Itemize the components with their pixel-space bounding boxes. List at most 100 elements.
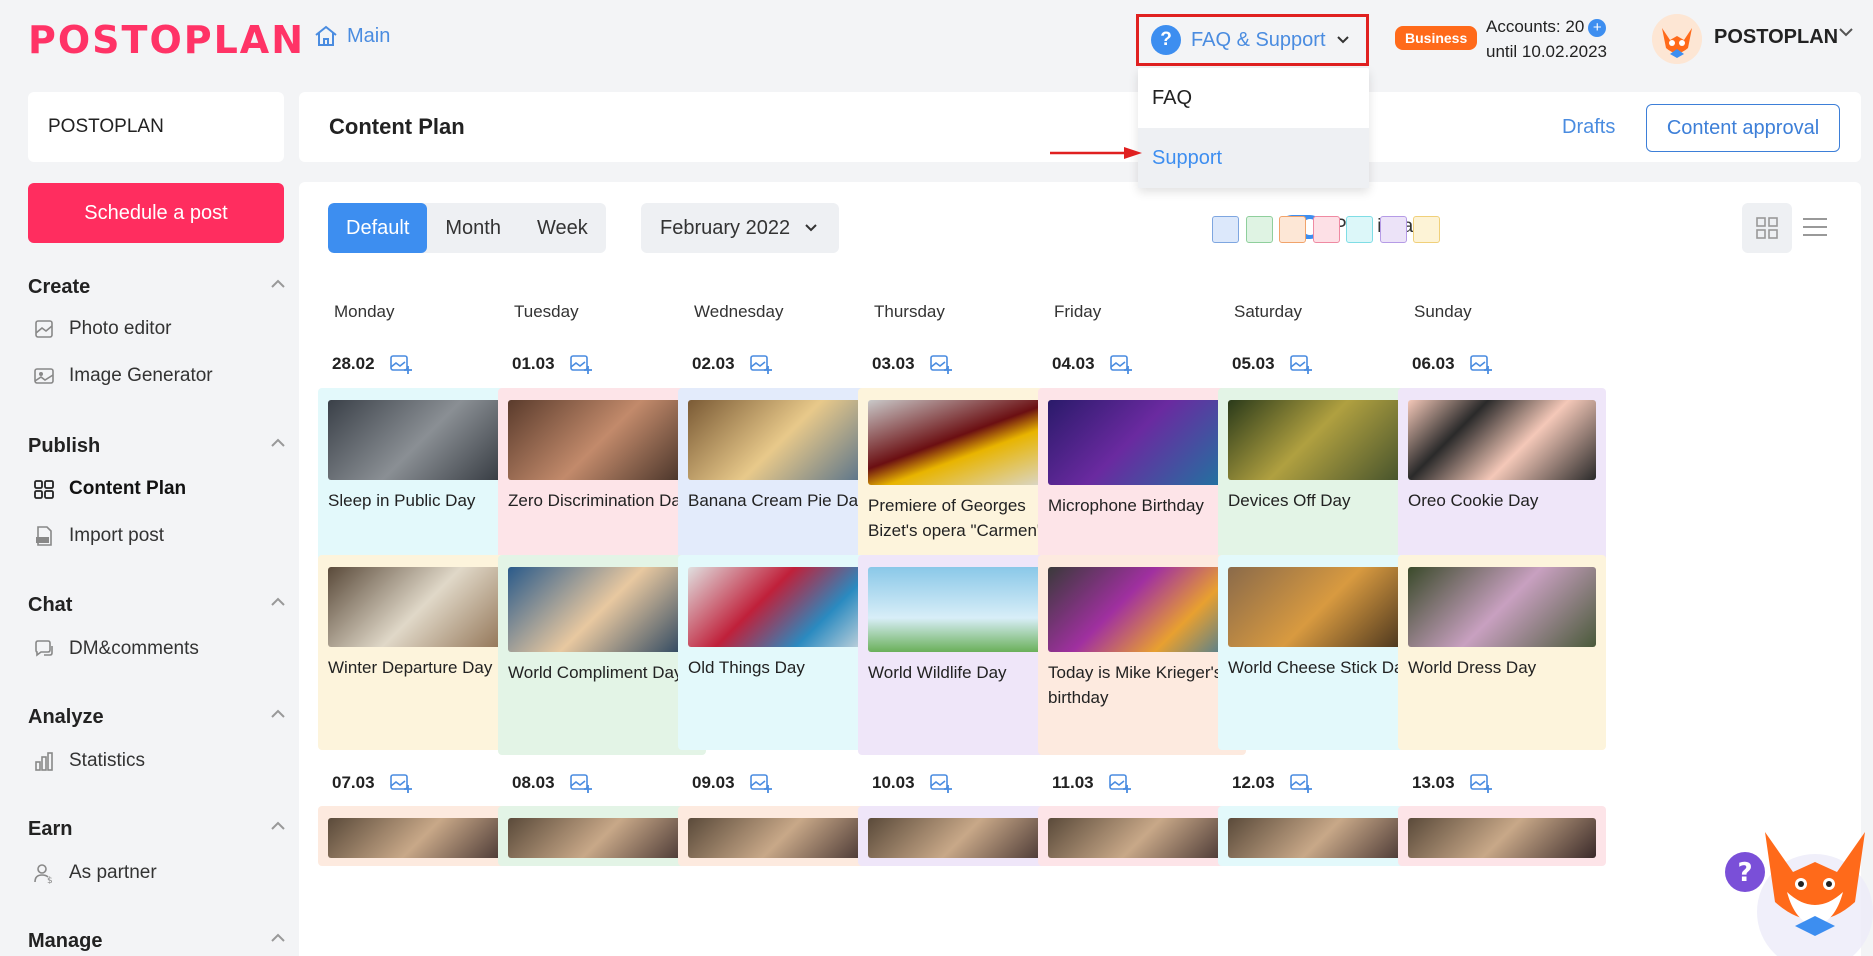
- post-idea-card[interactable]: [1038, 806, 1246, 866]
- chevron-down-icon[interactable]: [1838, 26, 1854, 38]
- view-default-button[interactable]: Default: [328, 203, 428, 253]
- post-idea-card[interactable]: [1398, 806, 1606, 866]
- faq-support-dropdown: FAQ Support: [1138, 68, 1369, 188]
- post-idea-caption: Zero Discrimination Day: [508, 491, 690, 510]
- post-idea-card[interactable]: [858, 806, 1066, 866]
- date-text: 04.03: [1052, 354, 1095, 373]
- fox-mascot-icon: ?: [1725, 832, 1873, 956]
- csv-file-icon: [36, 526, 52, 546]
- menu-item-support[interactable]: Support: [1138, 128, 1369, 188]
- add-image-post-icon[interactable]: [749, 352, 773, 376]
- accounts-info: Accounts: 20 + until 10.02.2023: [1486, 14, 1607, 64]
- post-idea-card[interactable]: World Compliment Day: [498, 555, 706, 755]
- post-idea-image: [508, 818, 696, 858]
- add-image-post-icon[interactable]: [569, 771, 593, 795]
- post-idea-card[interactable]: Today is Mike Krieger's birthday: [1038, 555, 1246, 755]
- post-idea-card[interactable]: World Cheese Stick Day: [1218, 555, 1426, 750]
- post-idea-card[interactable]: World Wildlife Day: [858, 555, 1066, 755]
- post-idea-card[interactable]: Devices Off Day: [1218, 388, 1426, 583]
- post-idea-caption: World Cheese Stick Day: [1228, 658, 1412, 677]
- grid-view-button[interactable]: [1742, 203, 1792, 253]
- add-image-post-icon[interactable]: [389, 771, 413, 795]
- faq-support-label: FAQ & Support: [1191, 28, 1326, 51]
- post-idea-card[interactable]: [498, 806, 706, 866]
- add-image-post-icon[interactable]: [929, 352, 953, 376]
- sidebar-item-import-post[interactable]: Import post: [33, 525, 164, 547]
- post-idea-card[interactable]: [1218, 806, 1426, 866]
- add-image-post-icon[interactable]: [1469, 771, 1493, 795]
- add-image-post-icon[interactable]: [1108, 771, 1132, 795]
- add-image-post-icon[interactable]: [749, 771, 773, 795]
- color-swatch[interactable]: [1212, 216, 1239, 243]
- post-idea-card[interactable]: World Dress Day: [1398, 555, 1606, 750]
- add-image-post-icon[interactable]: [569, 352, 593, 376]
- post-idea-card[interactable]: Winter Departure Day: [318, 555, 526, 750]
- sidebar-item-image-generator[interactable]: Image Generator: [33, 365, 213, 387]
- date-label: 02.03: [692, 352, 773, 376]
- help-mascot[interactable]: ?: [1725, 822, 1873, 956]
- color-swatch[interactable]: [1245, 216, 1273, 243]
- add-image-post-icon[interactable]: [1289, 771, 1313, 795]
- color-swatch[interactable]: [1413, 216, 1440, 243]
- section-publish[interactable]: Publish: [28, 435, 286, 458]
- sidebar-item-photo-editor[interactable]: Photo editor: [33, 318, 171, 340]
- plan-badge: Business: [1395, 26, 1478, 50]
- workspace-selector[interactable]: POSTOPLAN: [28, 92, 284, 162]
- post-idea-card[interactable]: Oreo Cookie Day: [1398, 388, 1606, 583]
- date-label: 07.03: [332, 771, 413, 795]
- section-chat[interactable]: Chat: [28, 594, 286, 617]
- photo-editor-icon: [35, 320, 53, 338]
- view-month-button[interactable]: Month: [427, 203, 519, 253]
- add-image-post-icon[interactable]: [1469, 352, 1493, 376]
- date-label: 12.03: [1232, 771, 1313, 795]
- faq-support-button[interactable]: ? FAQ & Support: [1136, 14, 1369, 66]
- add-image-post-icon[interactable]: [389, 352, 413, 376]
- view-week-button[interactable]: Week: [519, 203, 606, 253]
- color-swatch[interactable]: [1379, 216, 1407, 243]
- color-swatch[interactable]: [1279, 216, 1306, 243]
- date-label: 06.03: [1412, 352, 1493, 376]
- content-approval-button[interactable]: Content approval: [1646, 104, 1840, 152]
- question-icon: ?: [1151, 25, 1181, 55]
- section-analyze[interactable]: Analyze: [28, 706, 286, 729]
- schedule-post-button[interactable]: Schedule a post: [28, 183, 284, 243]
- sidebar-item-dm-comments[interactable]: DM&comments: [33, 638, 199, 660]
- main-link[interactable]: Main: [313, 24, 390, 48]
- postoplan-logo[interactable]: POSTOPLAN: [28, 18, 305, 62]
- date-text: 02.03: [692, 354, 735, 373]
- post-idea-image: [328, 567, 516, 647]
- post-idea-card[interactable]: Sleep in Public Day: [318, 388, 526, 583]
- date-text: 12.03: [1232, 773, 1275, 792]
- add-account-icon[interactable]: +: [1588, 18, 1607, 37]
- sidebar-item-as-partner[interactable]: $ As partner: [33, 862, 157, 884]
- color-swatch[interactable]: [1312, 216, 1340, 243]
- chevron-up-icon: [271, 709, 285, 718]
- post-idea-caption: Today is Mike Krieger's birthday: [1048, 663, 1223, 707]
- section-create[interactable]: Create: [28, 276, 286, 299]
- section-manage[interactable]: Manage: [28, 930, 286, 953]
- add-image-post-icon[interactable]: [1289, 352, 1313, 376]
- section-earn[interactable]: Earn: [28, 818, 286, 841]
- post-idea-card[interactable]: [678, 806, 886, 866]
- date-label: 13.03: [1412, 771, 1493, 795]
- user-name[interactable]: POSTOPLAN: [1714, 26, 1838, 49]
- color-swatch[interactable]: [1346, 216, 1373, 243]
- avatar[interactable]: [1652, 14, 1702, 64]
- menu-item-faq[interactable]: FAQ: [1138, 68, 1369, 128]
- weekday-header: Friday: [1054, 302, 1102, 321]
- post-idea-image: [1228, 567, 1416, 647]
- add-image-post-icon[interactable]: [929, 771, 953, 795]
- post-idea-card[interactable]: Banana Cream Pie Day: [678, 388, 886, 583]
- sidebar-item-statistics[interactable]: Statistics: [33, 750, 145, 772]
- sidebar-item-content-plan[interactable]: Content Plan: [33, 478, 186, 500]
- list-view-icon[interactable]: [1801, 215, 1829, 239]
- drafts-link[interactable]: Drafts: [1562, 116, 1615, 139]
- post-idea-card[interactable]: Old Things Day: [678, 555, 886, 750]
- sidebar-item-label: As partner: [69, 862, 157, 883]
- month-select[interactable]: February 2022: [641, 203, 839, 253]
- sidebar-item-label: Content Plan: [69, 478, 187, 499]
- post-idea-card[interactable]: [318, 806, 526, 866]
- chevron-up-icon: [271, 279, 285, 288]
- page-title: Content Plan: [329, 114, 465, 139]
- add-image-post-icon[interactable]: [1109, 352, 1133, 376]
